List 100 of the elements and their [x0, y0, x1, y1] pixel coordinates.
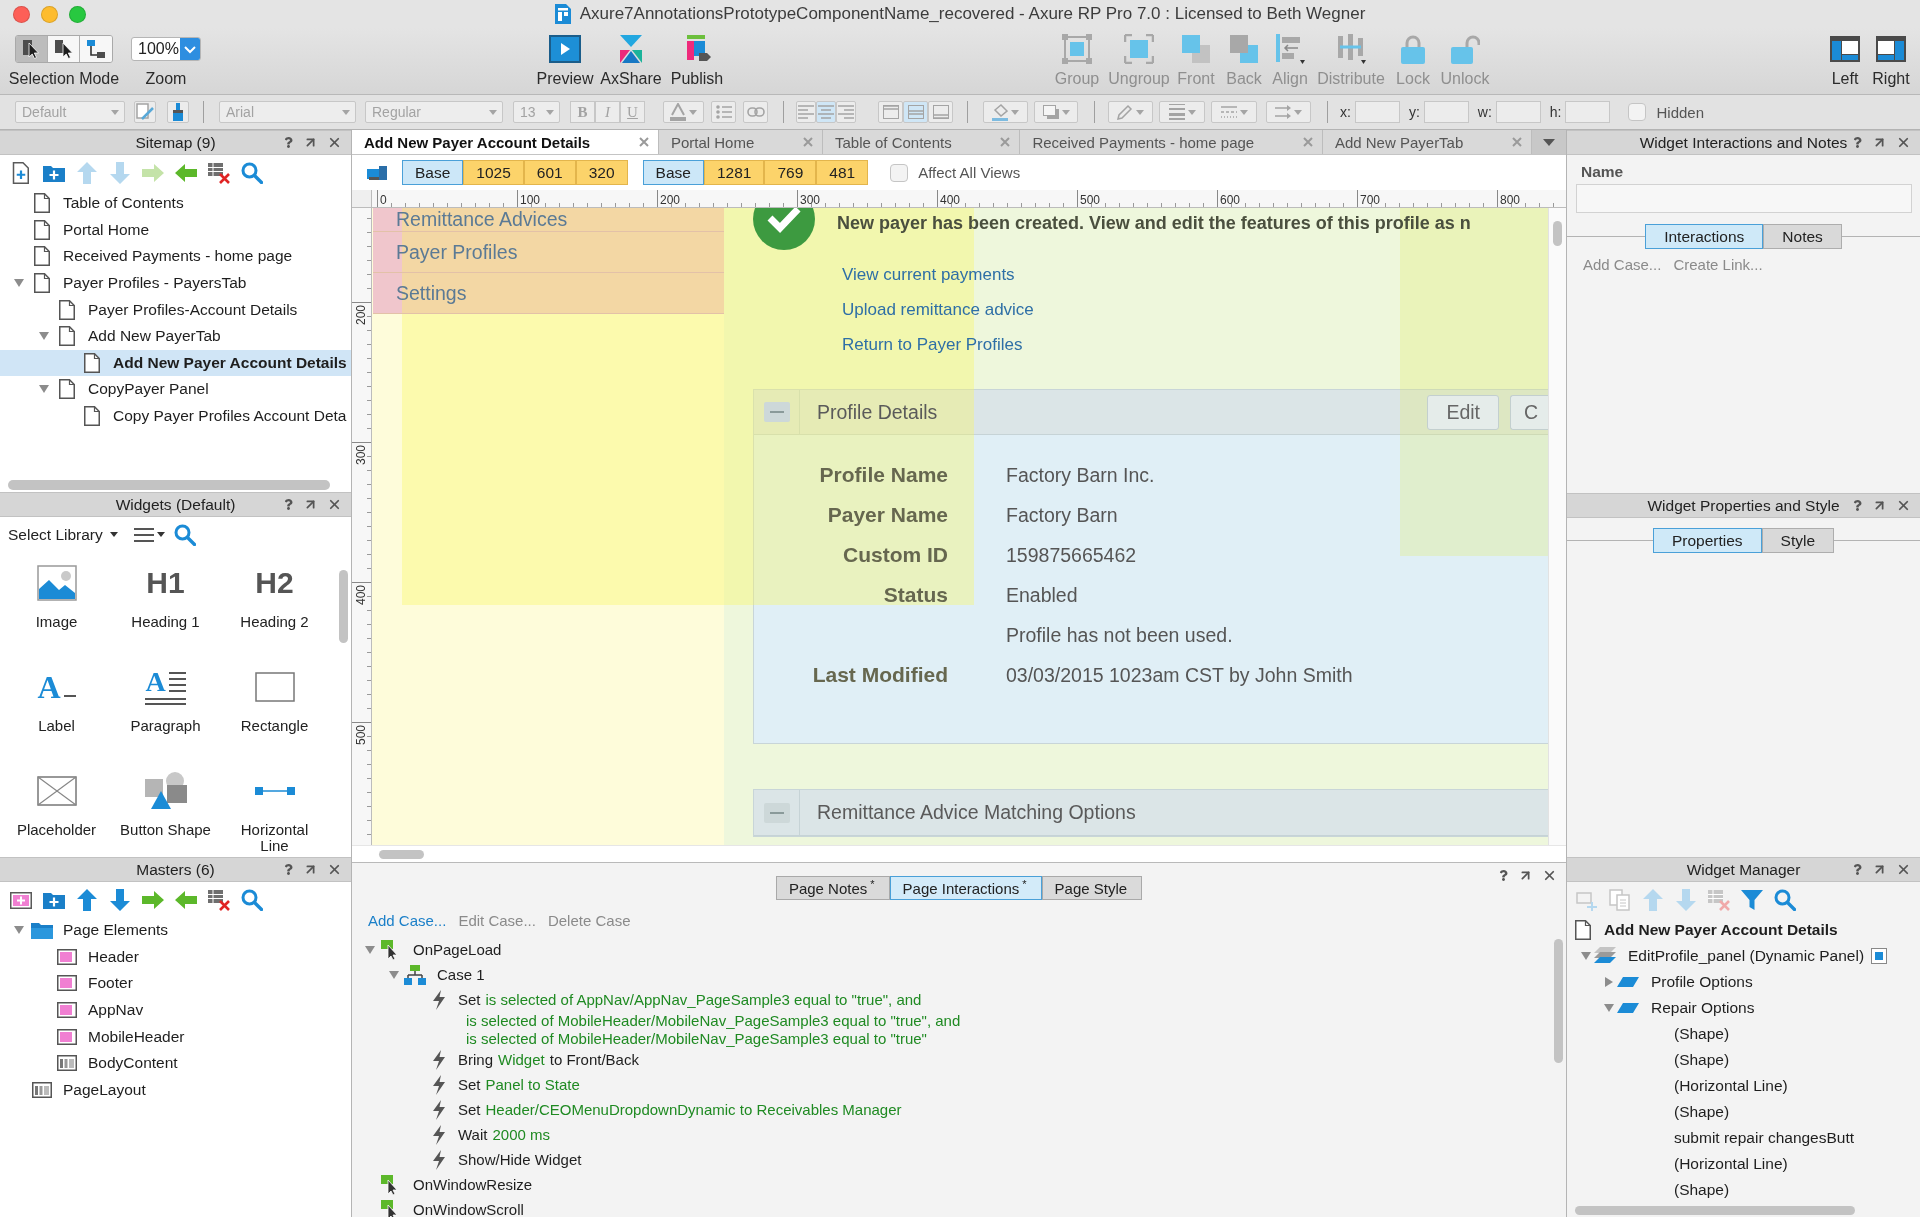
widget-item[interactable]: Image: [2, 556, 111, 630]
close-icon[interactable]: [1896, 862, 1911, 877]
widget-tree-item[interactable]: (Shape): [1567, 1021, 1920, 1047]
pop-out-icon[interactable]: [1872, 862, 1887, 877]
widget-tree-item[interactable]: (Shape): [1567, 1047, 1920, 1073]
help-icon[interactable]: [1852, 864, 1863, 875]
adaptive-view-tab[interactable]: 1281: [703, 160, 765, 185]
adaptive-view-tab[interactable]: 320: [575, 160, 628, 185]
disclosure-triangle-icon[interactable]: [14, 278, 24, 289]
master-item[interactable]: PageLayout: [0, 1076, 351, 1104]
sitemap-page-item[interactable]: Portal Home: [0, 216, 351, 244]
add-page-icon[interactable]: [10, 161, 32, 184]
scrollbar-thumb[interactable]: [338, 570, 348, 643]
adaptive-view-tab[interactable]: 481: [816, 160, 869, 185]
adaptive-view-tab[interactable]: Base: [642, 160, 704, 185]
toolbar-button[interactable]: Publish: [665, 28, 729, 88]
search-icon[interactable]: [241, 161, 263, 184]
pop-out-icon[interactable]: [303, 135, 318, 150]
pop-out-icon[interactable]: [1872, 135, 1887, 150]
pop-out-icon[interactable]: [1518, 868, 1533, 883]
close-icon[interactable]: [1896, 498, 1911, 513]
master-item[interactable]: AppNav: [0, 996, 351, 1024]
sitemap-page-item[interactable]: Add New PayerTab: [0, 322, 351, 350]
help-icon[interactable]: [1498, 870, 1509, 881]
selection-mode-button[interactable]: [16, 36, 48, 62]
search-icon[interactable]: [173, 523, 196, 546]
collapse-button[interactable]: [763, 402, 790, 422]
adaptive-view-tab[interactable]: 769: [764, 160, 817, 185]
widget-item[interactable]: Rectangle: [220, 660, 329, 734]
menu-icon[interactable]: [133, 527, 154, 542]
text-link[interactable]: Upload remittance advice: [842, 299, 1034, 321]
disclosure-triangle-icon[interactable]: [39, 384, 49, 395]
event-item[interactable]: OnPageLoad: [352, 937, 502, 962]
widget-tree-item[interactable]: (Shape): [1567, 1177, 1920, 1203]
scrollbar-thumb[interactable]: [379, 849, 424, 859]
adaptive-view-tab[interactable]: Base: [402, 160, 464, 185]
event-item[interactable]: OnWindowResize: [352, 1172, 533, 1197]
help-icon[interactable]: [283, 499, 294, 510]
widget-item[interactable]: A Label: [2, 660, 111, 734]
scrollbar-thumb[interactable]: [1553, 221, 1562, 246]
disclosure-triangle-icon[interactable]: [1604, 977, 1614, 987]
widget-item[interactable]: Placeholder: [2, 764, 111, 854]
widget-item[interactable]: A Paragraph: [111, 660, 220, 734]
master-item[interactable]: MobileHeader: [0, 1023, 351, 1050]
panel-tab[interactable]: Properties: [1652, 528, 1762, 553]
widget-tree-item[interactable]: submit repair changesButt: [1567, 1125, 1920, 1151]
page-panel-tab[interactable]: Page Style: [1041, 876, 1143, 900]
master-item[interactable]: Footer: [0, 970, 351, 997]
text-link[interactable]: Return to Payer Profiles: [842, 334, 1023, 356]
panel-action-button[interactable]: C: [1510, 394, 1548, 430]
pop-out-icon[interactable]: [303, 497, 318, 512]
sitemap-page-item[interactable]: Copy Payer Profiles Account Deta: [0, 402, 351, 430]
adaptive-view-tab[interactable]: 1025: [463, 160, 524, 185]
panel-tab[interactable]: Interactions: [1645, 224, 1764, 249]
disclosure-triangle-icon[interactable]: [365, 944, 375, 955]
widget-tree-item[interactable]: (Shape): [1567, 1099, 1920, 1125]
close-window-button[interactable]: [13, 5, 30, 23]
widget-item[interactable]: Horizontal Line: [220, 764, 329, 854]
zoom-window-button[interactable]: [69, 5, 86, 23]
master-item[interactable]: Header: [0, 943, 351, 971]
help-icon[interactable]: [1852, 500, 1863, 511]
page-tree-item[interactable]: Add New Payer Account Details: [1567, 917, 1920, 943]
page-tab[interactable]: Add New Payer Account Details: [352, 130, 659, 154]
close-icon[interactable]: [327, 862, 342, 877]
panel-action-button[interactable]: Edit: [1427, 394, 1499, 430]
pop-out-icon[interactable]: [303, 862, 318, 877]
tab-overflow-button[interactable]: [1532, 130, 1566, 154]
page-panel-tab[interactable]: Page Notes $^{*}$: [775, 876, 890, 900]
event-item[interactable]: OnWindowScroll: [352, 1197, 524, 1217]
help-icon[interactable]: [283, 137, 294, 148]
help-icon[interactable]: [1852, 137, 1863, 148]
filter-icon[interactable]: [1741, 888, 1763, 911]
pop-out-icon[interactable]: [1872, 498, 1887, 513]
case-item[interactable]: Case 1: [352, 962, 485, 987]
zoom-dropdown[interactable]: 100%: [131, 37, 201, 61]
toolbar-button[interactable]: AxShare: [599, 28, 663, 88]
minimize-window-button[interactable]: [41, 5, 58, 23]
help-icon[interactable]: [283, 864, 294, 875]
page-panel-tab[interactable]: Page Interactions $^{*}$: [889, 876, 1042, 900]
sitemap-page-item[interactable]: Table of Contents: [0, 190, 351, 217]
close-icon[interactable]: [638, 137, 649, 147]
sitemap-page-item[interactable]: Add New Payer Account Details: [0, 349, 351, 377]
panel-tab[interactable]: Style: [1761, 528, 1835, 553]
disclosure-triangle-icon[interactable]: [14, 925, 24, 936]
search-icon[interactable]: [241, 888, 263, 911]
arrow-left-icon[interactable]: [175, 888, 197, 911]
master-item[interactable]: BodyContent: [0, 1049, 351, 1077]
close-icon[interactable]: [327, 497, 342, 512]
arrow-left-icon[interactable]: [175, 161, 197, 184]
close-icon[interactable]: [327, 135, 342, 150]
widget-item[interactable]: H2 Heading 2: [220, 556, 329, 630]
delete-icon[interactable]: [208, 161, 230, 184]
widget-item[interactable]: Button Shape: [111, 764, 220, 854]
disclosure-triangle-icon[interactable]: [39, 331, 49, 342]
scrollbar-thumb[interactable]: [8, 479, 330, 490]
toolbar-button[interactable]: Preview: [533, 28, 597, 88]
sitemap-page-item[interactable]: CopyPayer Panel: [0, 376, 351, 403]
search-icon[interactable]: [1774, 888, 1796, 911]
disclosure-triangle-icon[interactable]: [1604, 1003, 1614, 1013]
name-input[interactable]: [1576, 184, 1912, 213]
